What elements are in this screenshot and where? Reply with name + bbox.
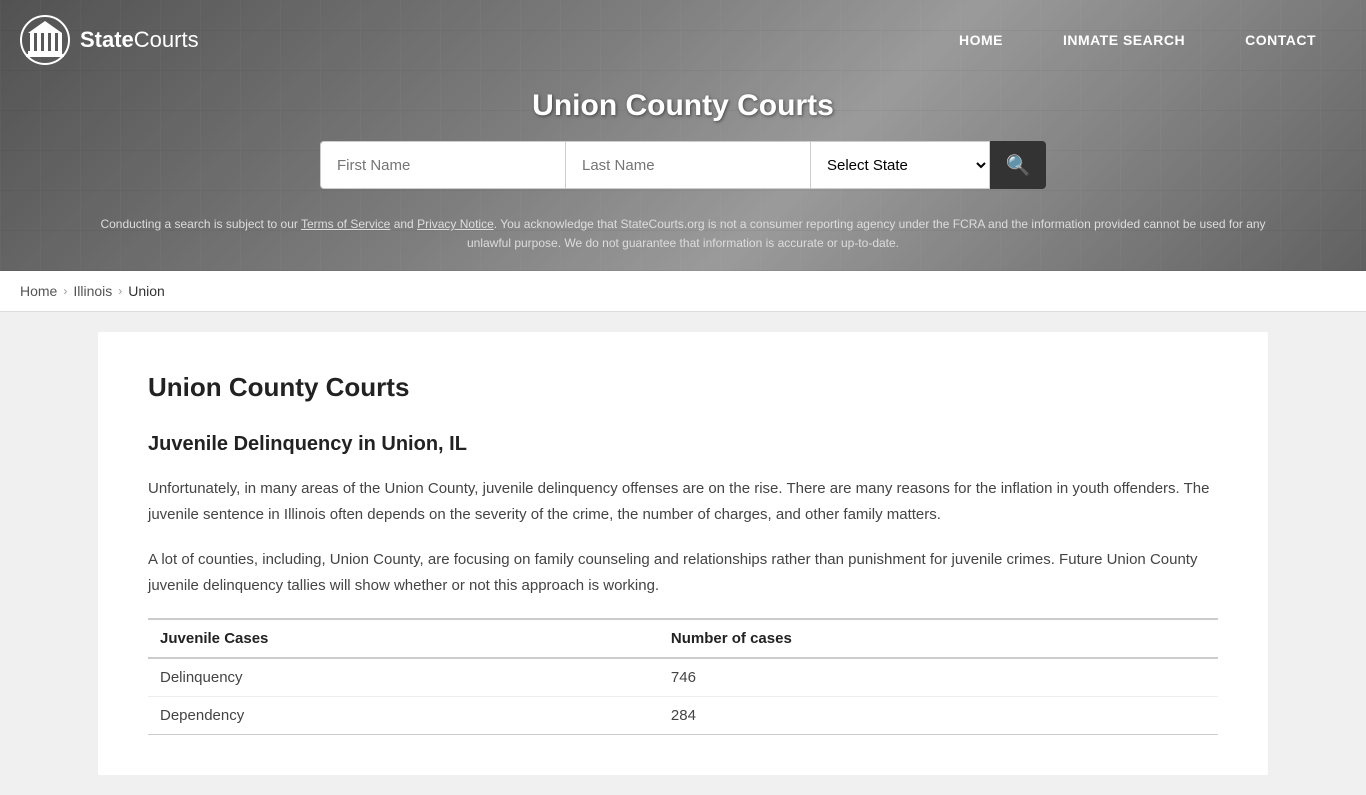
breadcrumb-sep-2: › (118, 284, 122, 298)
paragraph-1: Unfortunately, in many areas of the Unio… (148, 476, 1218, 527)
search-bar: Select State Alabama Alaska Arizona Arka… (283, 141, 1083, 189)
table-row: Delinquency 746 (148, 658, 1218, 697)
breadcrumb-state[interactable]: Illinois (73, 283, 112, 299)
page-heading: Union County Courts (148, 372, 1218, 403)
logo-text: StateCourts (80, 27, 199, 53)
table-row: Dependency 284 (148, 697, 1218, 735)
breadcrumb: Home › Illinois › Union (0, 271, 1366, 312)
breadcrumb-home[interactable]: Home (20, 283, 57, 299)
main-content: Union County Courts Juvenile Delinquency… (0, 312, 1366, 795)
search-button[interactable]: 🔍 (990, 141, 1046, 189)
case-label: Delinquency (148, 658, 659, 697)
header-content: Union County Courts Select State Alabama… (0, 79, 1366, 271)
breadcrumb-county: Union (128, 283, 165, 299)
first-name-input[interactable] (320, 141, 565, 189)
nav-home[interactable]: HOME (929, 4, 1033, 76)
table-header-row: Juvenile Cases Number of cases (148, 619, 1218, 658)
case-value: 284 (659, 697, 1218, 735)
breadcrumb-sep-1: › (63, 284, 67, 298)
col2-header: Number of cases (659, 619, 1218, 658)
main-nav: StateCourts HOME INMATE SEARCH CONTACT (0, 0, 1366, 79)
case-value: 746 (659, 658, 1218, 697)
logo-icon (20, 15, 70, 65)
disclaimer-text: Conducting a search is subject to our Te… (20, 205, 1346, 271)
terms-link[interactable]: Terms of Service (301, 217, 390, 231)
content-card: Union County Courts Juvenile Delinquency… (98, 332, 1268, 775)
juvenile-cases-table: Juvenile Cases Number of cases Delinquen… (148, 618, 1218, 735)
nav-links: HOME INMATE SEARCH CONTACT (929, 4, 1346, 76)
last-name-input[interactable] (565, 141, 810, 189)
state-select[interactable]: Select State Alabama Alaska Arizona Arka… (810, 141, 990, 189)
paragraph-2: A lot of counties, including, Union Coun… (148, 547, 1218, 598)
nav-inmate-search[interactable]: INMATE SEARCH (1033, 4, 1215, 76)
search-icon: 🔍 (1006, 153, 1031, 178)
header: StateCourts HOME INMATE SEARCH CONTACT U… (0, 0, 1366, 271)
nav-contact[interactable]: CONTACT (1215, 4, 1346, 76)
section-heading: Juvenile Delinquency in Union, IL (148, 433, 1218, 456)
header-title: Union County Courts (20, 89, 1346, 123)
case-label: Dependency (148, 697, 659, 735)
col1-header: Juvenile Cases (148, 619, 659, 658)
privacy-link[interactable]: Privacy Notice (417, 217, 494, 231)
logo-link[interactable]: StateCourts (20, 15, 199, 65)
